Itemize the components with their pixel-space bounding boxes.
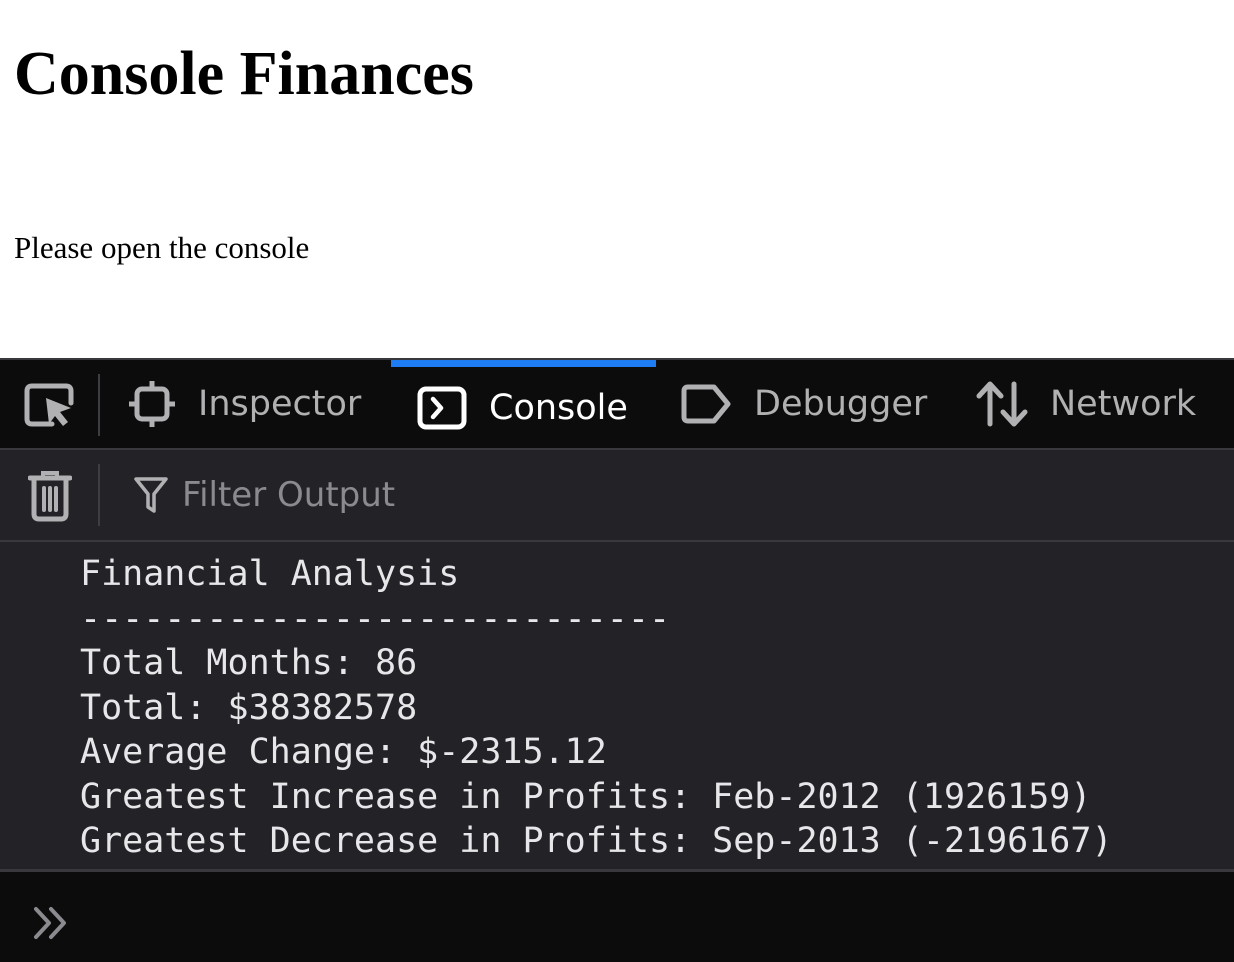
tab-inspector-label: Inspector bbox=[198, 384, 362, 424]
console-output: Financial Analysis ---------------------… bbox=[0, 542, 1234, 872]
tab-network-label: Network bbox=[1050, 384, 1197, 424]
console-log-line: Total Months: 86 bbox=[80, 643, 418, 683]
tab-debugger-label: Debugger bbox=[754, 384, 928, 424]
toolbar-divider bbox=[98, 464, 100, 526]
filter-output-input[interactable] bbox=[182, 475, 1082, 515]
tab-console-label: Console bbox=[489, 387, 628, 428]
chevron-double-right-icon bbox=[32, 906, 70, 940]
tab-debugger[interactable]: Debugger bbox=[680, 360, 927, 448]
devtools-panel: Inspector Console Debugger Network Filte… bbox=[0, 358, 1234, 962]
console-log-line: Average Change: $-2315.12 bbox=[80, 732, 607, 772]
tab-network[interactable]: Network bbox=[976, 360, 1196, 448]
filter-icon bbox=[134, 476, 168, 514]
tab-inspector[interactable]: Inspector bbox=[128, 360, 381, 448]
console-log-line: ---------------------------- bbox=[80, 598, 671, 639]
console-icon bbox=[417, 386, 467, 430]
inspector-icon bbox=[128, 380, 176, 428]
console-log-line: Greatest Increase in Profits: Feb-2012 (… bbox=[80, 776, 1092, 817]
page-message: Please open the console bbox=[14, 230, 310, 265]
network-icon bbox=[976, 380, 1028, 428]
trash-icon bbox=[28, 471, 72, 522]
console-log-line: Total: $38382578 bbox=[80, 687, 418, 728]
debugger-icon bbox=[680, 383, 732, 425]
element-picker-button[interactable] bbox=[18, 376, 80, 432]
page-title: Console Finances bbox=[14, 40, 474, 108]
element-picker-icon bbox=[24, 383, 74, 427]
console-toolbar bbox=[0, 450, 1234, 542]
clear-console-button[interactable] bbox=[26, 468, 74, 524]
console-input-area[interactable] bbox=[0, 872, 1234, 962]
console-log-line: Financial Analysis bbox=[80, 554, 460, 594]
tab-console[interactable]: Console bbox=[391, 360, 656, 448]
page-content: Console Finances Please open the console bbox=[0, 0, 1234, 358]
filter-output-field[interactable] bbox=[128, 464, 1208, 526]
tabbar-divider bbox=[98, 374, 100, 436]
devtools-tabbar: Inspector Console Debugger Network bbox=[0, 360, 1234, 450]
console-log-line: Greatest Decrease in Profits: Sep-2013 (… bbox=[80, 821, 1113, 861]
